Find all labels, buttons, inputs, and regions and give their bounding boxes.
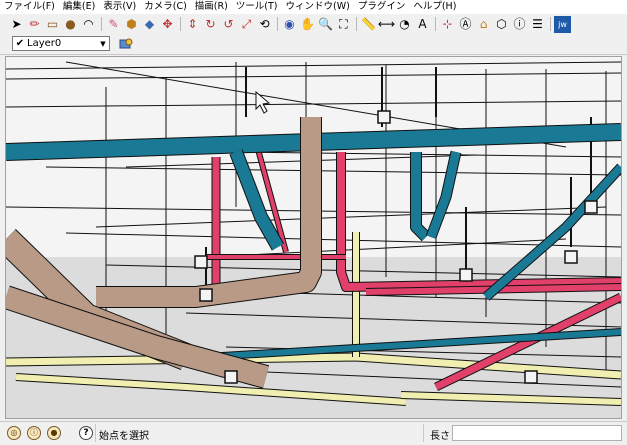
menu-camera[interactable]: カメラ(C) — [140, 0, 191, 14]
status-divider — [423, 424, 424, 442]
circle-icon[interactable]: ● — [62, 16, 79, 33]
toolbar-separator — [277, 17, 278, 31]
toolbar-separator — [550, 17, 551, 31]
arc-icon[interactable]: ◠ — [80, 16, 97, 33]
paint-bucket-icon[interactable]: ⬢ — [123, 16, 140, 33]
offset-icon[interactable]: ⟲ — [256, 16, 273, 33]
rectangle-icon[interactable]: ▭ — [44, 16, 61, 33]
toolbar-separator — [180, 17, 181, 31]
help-icon[interactable]: ? — [79, 426, 93, 440]
pipe-clamp — [524, 370, 538, 384]
3d-text-icon[interactable]: Ⓐ — [457, 16, 474, 33]
status-divider — [95, 424, 96, 442]
protractor-icon[interactable]: ◔ — [396, 16, 413, 33]
follow-me-icon[interactable]: ↺ — [220, 16, 237, 33]
eraser-icon[interactable]: ✎ — [105, 16, 122, 33]
pipe-clamp — [564, 250, 578, 264]
select-icon[interactable]: ➤ — [8, 16, 25, 33]
3d-viewport[interactable] — [5, 56, 622, 419]
menu-window[interactable]: ウィンドウ(W) — [282, 0, 354, 14]
menu-draw[interactable]: 描画(R) — [191, 0, 232, 14]
main-toolbar: ➤ ✏ ▭ ● ◠ ✎ ⬢ ◆ ✥ ⇕ ↻ ↺ ⤢ ⟲ ◉ ✋ 🔍 ⛶ 📏 ⟷ … — [0, 14, 627, 34]
menu-edit[interactable]: 編集(E) — [59, 0, 99, 14]
move-icon[interactable]: ✥ — [159, 16, 176, 33]
dimension-icon[interactable]: ⟷ — [378, 16, 395, 33]
scale-icon[interactable]: ⤢ — [238, 16, 255, 33]
extension-icon[interactable]: ⬡ — [493, 16, 510, 33]
toolbar-separator — [101, 17, 102, 31]
pipe-clamp — [459, 268, 473, 282]
pan-icon[interactable]: ✋ — [299, 16, 316, 33]
toolbar-separator — [356, 17, 357, 31]
component-icon[interactable]: ◆ — [141, 16, 158, 33]
menu-tools[interactable]: ツール(T) — [232, 0, 282, 14]
layer-icon[interactable]: ☰ — [529, 16, 546, 33]
measurements-input[interactable] — [452, 425, 622, 441]
credits-icon[interactable]: ⓘ — [27, 426, 41, 440]
warehouse-icon[interactable]: ⌂ — [475, 16, 492, 33]
menu-file[interactable]: ファイル(F) — [0, 0, 59, 14]
pencil-icon[interactable]: ✏ — [26, 16, 43, 33]
layers-toolbar: ✔ Layer0 ▼ — [0, 34, 627, 55]
pipe-clamp — [584, 200, 598, 214]
menu-help[interactable]: ヘルプ(H) — [409, 0, 460, 14]
zoom-extents-icon[interactable]: ⛶ — [335, 16, 352, 33]
status-message: 始点を選択 — [99, 431, 149, 442]
menu-plugins[interactable]: プラグイン — [354, 0, 410, 14]
pipe-clamp — [194, 255, 208, 269]
pipe-clamp — [224, 370, 238, 384]
tape-measure-icon[interactable]: 📏 — [360, 16, 377, 33]
geo-location-icon[interactable]: ◎ — [7, 426, 21, 440]
pipe-model-scene[interactable] — [6, 57, 621, 418]
push-pull-icon[interactable]: ⇕ — [184, 16, 201, 33]
status-bar: ◎ ⓘ ● ? 始点を選択 長さ — [0, 421, 627, 445]
menu-bar: ファイル(F) 編集(E) 表示(V) カメラ(C) 描画(R) ツール(T) … — [0, 0, 627, 14]
measurements-label: 長さ — [430, 431, 450, 442]
zoom-icon[interactable]: 🔍 — [317, 16, 334, 33]
menu-view[interactable]: 表示(V) — [99, 0, 140, 14]
rotate-icon[interactable]: ↻ — [202, 16, 219, 33]
layer-name: Layer0 — [27, 38, 62, 49]
checkmark-icon: ✔ — [15, 38, 25, 49]
axes-icon[interactable]: ⊹ — [439, 16, 456, 33]
orbit-icon[interactable]: ◉ — [281, 16, 298, 33]
pipe-clamp — [377, 110, 391, 124]
layer-manager-icon[interactable] — [118, 36, 134, 52]
text-icon[interactable]: A — [414, 16, 431, 33]
chevron-down-icon[interactable]: ▼ — [97, 40, 109, 48]
model-info-icon[interactable]: ⓘ — [511, 16, 528, 33]
plugin-icon[interactable]: jw — [554, 15, 571, 33]
user-account-icon[interactable]: ● — [47, 426, 61, 440]
pipe-clamp — [199, 288, 213, 302]
layer-dropdown[interactable]: ✔ Layer0 ▼ — [12, 36, 110, 51]
toolbar-separator — [435, 17, 436, 31]
